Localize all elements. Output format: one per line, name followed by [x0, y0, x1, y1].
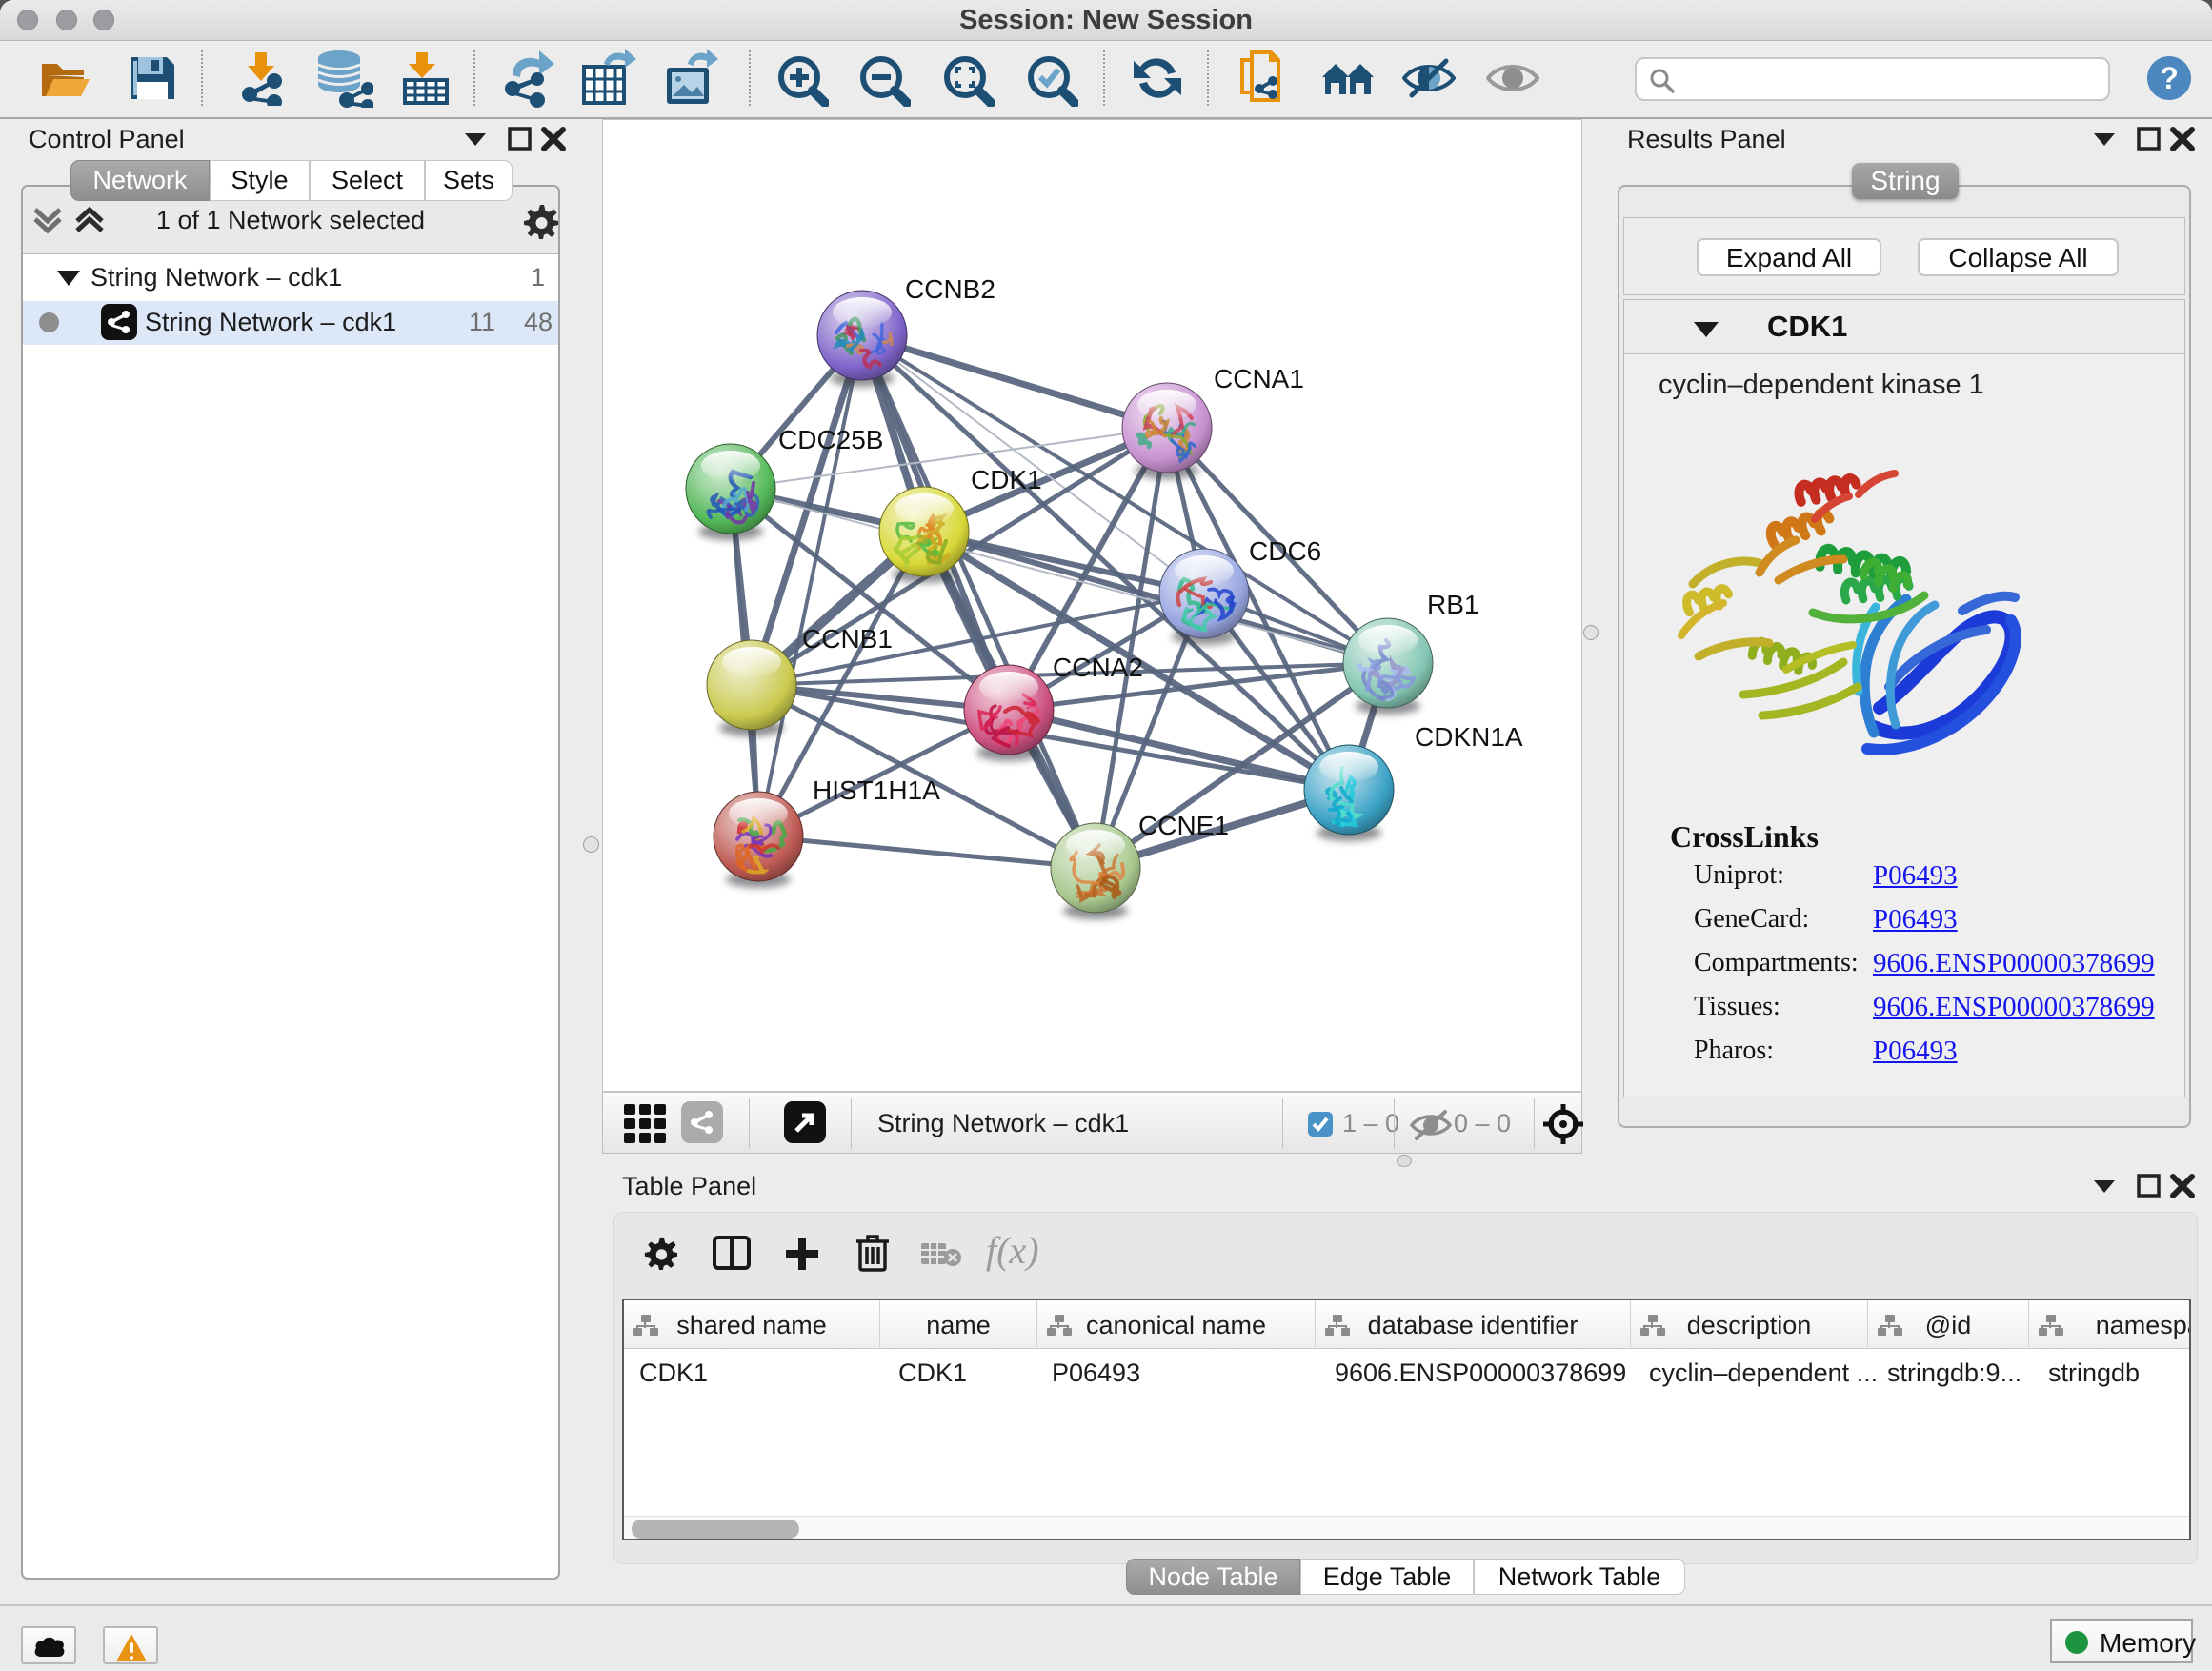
svg-text:CCNA2: CCNA2: [1053, 653, 1143, 682]
svg-text:HIST1H1A: HIST1H1A: [813, 775, 940, 805]
svg-text:CDC25B: CDC25B: [778, 425, 883, 454]
svg-text:CCNB1: CCNB1: [802, 624, 893, 654]
svg-text:RB1: RB1: [1427, 590, 1478, 619]
svg-text:CCNB2: CCNB2: [905, 274, 995, 304]
svg-text:CDC6: CDC6: [1249, 536, 1321, 566]
svg-text:CDK1: CDK1: [971, 465, 1042, 494]
svg-text:CDKN1A: CDKN1A: [1415, 722, 1523, 752]
svg-text:CCNA1: CCNA1: [1214, 364, 1304, 393]
svg-text:CCNE1: CCNE1: [1138, 811, 1229, 840]
